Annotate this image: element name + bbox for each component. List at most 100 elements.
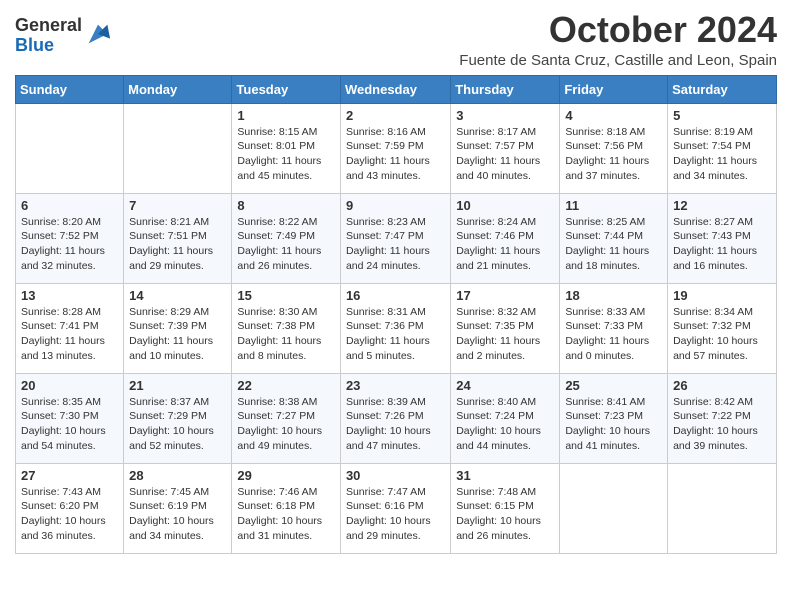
location-title: Fuente de Santa Cruz, Castille and Leon,… [459,52,777,69]
day-number: 6 [21,198,118,213]
day-number: 24 [456,378,554,393]
calendar-cell: 29 Sunrise: 7:46 AMSunset: 6:18 PMDayligh… [232,463,341,553]
day-info: Sunrise: 8:30 AMSunset: 7:38 PMDaylight:… [237,305,335,364]
calendar-cell: 12 Sunrise: 8:27 AMSunset: 7:43 PMDayligh… [668,193,777,283]
calendar-cell: 6 Sunrise: 8:20 AMSunset: 7:52 PMDaylight… [16,193,124,283]
day-info: Sunrise: 8:27 AMSunset: 7:43 PMDaylight:… [673,215,771,274]
week-row-2: 6 Sunrise: 8:20 AMSunset: 7:52 PMDaylight… [16,193,777,283]
calendar-cell: 10 Sunrise: 8:24 AMSunset: 7:46 PMDayligh… [451,193,560,283]
calendar-cell: 15 Sunrise: 8:30 AMSunset: 7:38 PMDayligh… [232,283,341,373]
day-number: 2 [346,108,445,123]
month-title: October 2024 [459,10,777,50]
calendar-cell: 16Sunrise: 8:31 AMSunset: 7:36 PMDayligh… [340,283,450,373]
day-number: 11 [565,198,662,213]
day-info: Sunrise: 8:37 AMSunset: 7:29 PMDaylight:… [129,395,226,454]
title-block: October 2024 Fuente de Santa Cruz, Casti… [459,10,777,69]
week-row-1: 1 Sunrise: 8:15 AMSunset: 8:01 PMDaylight… [16,103,777,193]
calendar-cell [668,463,777,553]
calendar-cell: 27Sunrise: 7:43 AMSunset: 6:20 PMDayligh… [16,463,124,553]
calendar-cell: 4 Sunrise: 8:18 AMSunset: 7:56 PMDaylight… [560,103,668,193]
day-number: 30 [346,468,445,483]
day-number: 28 [129,468,226,483]
calendar-cell: 20 Sunrise: 8:35 AMSunset: 7:30 PMDayligh… [16,373,124,463]
day-info: Sunrise: 8:23 AMSunset: 7:47 PMDaylight:… [346,215,445,274]
day-info: Sunrise: 8:33 AMSunset: 7:33 PMDaylight:… [565,305,662,364]
calendar-cell: 22Sunrise: 8:38 AMSunset: 7:27 PMDayligh… [232,373,341,463]
day-number: 1 [237,108,335,123]
day-info: Sunrise: 8:35 AMSunset: 7:30 PMDaylight:… [21,395,118,454]
calendar-cell: 17 Sunrise: 8:32 AMSunset: 7:35 PMDayligh… [451,283,560,373]
day-number: 26 [673,378,771,393]
calendar-cell: 21Sunrise: 8:37 AMSunset: 7:29 PMDayligh… [124,373,232,463]
day-number: 15 [237,288,335,303]
calendar-table: SundayMondayTuesdayWednesdayThursdayFrid… [15,75,777,554]
day-number: 10 [456,198,554,213]
calendar-cell: 8Sunrise: 8:22 AMSunset: 7:49 PMDaylight… [232,193,341,283]
logo-container: General Blue [15,10,112,56]
day-number: 25 [565,378,662,393]
day-info: Sunrise: 8:15 AMSunset: 8:01 PMDaylight:… [237,125,335,184]
logo-icon [84,20,112,48]
logo-text: General Blue [15,16,82,56]
calendar-cell: 1 Sunrise: 8:15 AMSunset: 8:01 PMDaylight… [232,103,341,193]
day-info: Sunrise: 8:38 AMSunset: 7:27 PMDaylight:… [237,395,335,454]
calendar-cell: 28 Sunrise: 7:45 AMSunset: 6:19 PMDayligh… [124,463,232,553]
logo-general: General [15,16,82,36]
calendar-cell: 18Sunrise: 8:33 AMSunset: 7:33 PMDayligh… [560,283,668,373]
calendar-cell: 2 Sunrise: 8:16 AMSunset: 7:59 PMDaylight… [340,103,450,193]
week-row-3: 13Sunrise: 8:28 AMSunset: 7:41 PMDayligh… [16,283,777,373]
day-info: Sunrise: 7:43 AMSunset: 6:20 PMDaylight:… [21,485,118,544]
day-info: Sunrise: 8:20 AMSunset: 7:52 PMDaylight:… [21,215,118,274]
day-info: Sunrise: 7:46 AMSunset: 6:18 PMDaylight:… [237,485,335,544]
day-number: 13 [21,288,118,303]
day-info: Sunrise: 8:24 AMSunset: 7:46 PMDaylight:… [456,215,554,274]
week-row-4: 20 Sunrise: 8:35 AMSunset: 7:30 PMDayligh… [16,373,777,463]
day-info: Sunrise: 8:17 AMSunset: 7:57 PMDaylight:… [456,125,554,184]
day-info: Sunrise: 8:16 AMSunset: 7:59 PMDaylight:… [346,125,445,184]
day-info: Sunrise: 8:40 AMSunset: 7:24 PMDaylight:… [456,395,554,454]
day-number: 12 [673,198,771,213]
day-info: Sunrise: 8:34 AMSunset: 7:32 PMDaylight:… [673,305,771,364]
day-number: 3 [456,108,554,123]
day-number: 16 [346,288,445,303]
logo: General Blue [15,16,112,56]
day-number: 8 [237,198,335,213]
day-info: Sunrise: 8:32 AMSunset: 7:35 PMDaylight:… [456,305,554,364]
weekday-header-tuesday: Tuesday [232,75,341,103]
day-number: 20 [21,378,118,393]
calendar-cell: 13Sunrise: 8:28 AMSunset: 7:41 PMDayligh… [16,283,124,373]
calendar-cell [124,103,232,193]
week-row-5: 27Sunrise: 7:43 AMSunset: 6:20 PMDayligh… [16,463,777,553]
day-info: Sunrise: 8:18 AMSunset: 7:56 PMDaylight:… [565,125,662,184]
weekday-header-monday: Monday [124,75,232,103]
calendar-cell: 7 Sunrise: 8:21 AMSunset: 7:51 PMDaylight… [124,193,232,283]
day-info: Sunrise: 8:42 AMSunset: 7:22 PMDaylight:… [673,395,771,454]
day-info: Sunrise: 7:48 AMSunset: 6:15 PMDaylight:… [456,485,554,544]
calendar-cell: 31Sunrise: 7:48 AMSunset: 6:15 PMDayligh… [451,463,560,553]
day-number: 14 [129,288,226,303]
calendar-cell: 5Sunrise: 8:19 AMSunset: 7:54 PMDaylight… [668,103,777,193]
day-info: Sunrise: 7:45 AMSunset: 6:19 PMDaylight:… [129,485,226,544]
calendar-cell [16,103,124,193]
day-info: Sunrise: 8:39 AMSunset: 7:26 PMDaylight:… [346,395,445,454]
weekday-header-sunday: Sunday [16,75,124,103]
logo-blue: Blue [15,36,82,56]
weekday-header-friday: Friday [560,75,668,103]
calendar-cell: 23Sunrise: 8:39 AMSunset: 7:26 PMDayligh… [340,373,450,463]
day-info: Sunrise: 8:21 AMSunset: 7:51 PMDaylight:… [129,215,226,274]
calendar-cell: 11Sunrise: 8:25 AMSunset: 7:44 PMDayligh… [560,193,668,283]
day-number: 29 [237,468,335,483]
weekday-header-wednesday: Wednesday [340,75,450,103]
calendar-cell: 24 Sunrise: 8:40 AMSunset: 7:24 PMDayligh… [451,373,560,463]
day-number: 4 [565,108,662,123]
calendar-cell [560,463,668,553]
calendar-cell: 14 Sunrise: 8:29 AMSunset: 7:39 PMDayligh… [124,283,232,373]
day-info: Sunrise: 8:19 AMSunset: 7:54 PMDaylight:… [673,125,771,184]
calendar-cell: 19 Sunrise: 8:34 AMSunset: 7:32 PMDayligh… [668,283,777,373]
day-number: 19 [673,288,771,303]
day-info: Sunrise: 8:41 AMSunset: 7:23 PMDaylight:… [565,395,662,454]
day-info: Sunrise: 8:29 AMSunset: 7:39 PMDaylight:… [129,305,226,364]
day-number: 7 [129,198,226,213]
day-number: 17 [456,288,554,303]
weekday-header-row: SundayMondayTuesdayWednesdayThursdayFrid… [16,75,777,103]
